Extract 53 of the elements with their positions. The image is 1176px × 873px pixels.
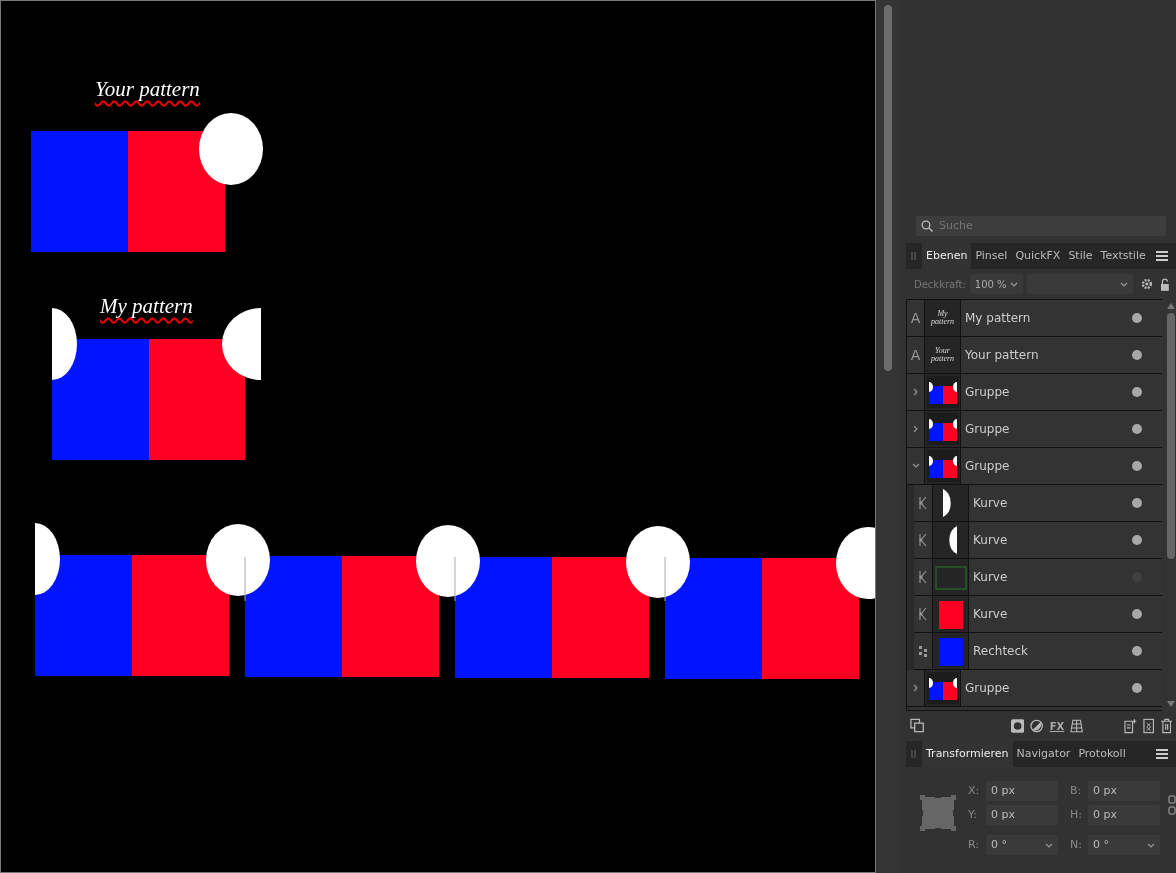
number-field[interactable]: 0 ° — [1088, 835, 1160, 855]
opacity-label: Deckkraft: — [914, 277, 966, 292]
layer-row[interactable]: Kurve — [914, 596, 1163, 633]
panel-tab[interactable]: Textstile — [1096, 243, 1150, 269]
number-field[interactable]: 0 ° — [986, 835, 1058, 855]
field-label: N: — [1070, 836, 1083, 853]
number-field[interactable]: 0 px — [1088, 781, 1160, 801]
layer-name: Gruppe — [965, 680, 1010, 697]
field-label: B: — [1070, 782, 1083, 799]
layer-row[interactable]: A My pattern My pattern — [907, 300, 1163, 337]
layer-row[interactable]: Gruppe — [907, 670, 1163, 707]
text-layer-icon: A — [910, 307, 921, 329]
field-label: H: — [1070, 806, 1083, 823]
number-field[interactable]: 0 px — [986, 805, 1058, 825]
layer-name: Kurve — [973, 606, 1008, 623]
search-field[interactable]: Suche — [937, 216, 1137, 236]
field-label: Y: — [968, 806, 978, 823]
panel-tab[interactable]: Pinsel — [971, 243, 1012, 269]
panel-tab[interactable]: QuickFX — [1011, 243, 1065, 269]
layer-row[interactable]: Gruppe — [907, 448, 1163, 485]
layer-name: My pattern — [965, 310, 1031, 327]
panel-tab[interactable]: Ebenen — [922, 243, 972, 269]
canvas-text: My pattern — [100, 294, 193, 318]
field-label: X: — [968, 782, 981, 799]
layer-name: Kurve — [973, 569, 1008, 586]
layer-row[interactable]: Kurve — [914, 559, 1163, 596]
effects-button[interactable]: FX — [1049, 718, 1065, 734]
layer-name: Gruppe — [965, 384, 1010, 401]
layer-name: Kurve — [973, 495, 1008, 512]
text-layer-icon: A — [910, 344, 921, 366]
layer-thumbnail: Your pattern — [925, 337, 961, 373]
layer-thumbnail: My pattern — [925, 300, 961, 336]
layer-name: Your pattern — [965, 347, 1039, 364]
layer-row[interactable]: Gruppe — [907, 411, 1163, 448]
panel-tab[interactable]: Stile — [1064, 243, 1097, 269]
field-label: R: — [968, 836, 980, 853]
panel-tab[interactable]: Protokoll — [1074, 741, 1130, 767]
layer-row[interactable]: A Your pattern Your pattern — [907, 337, 1163, 374]
layer-name: Rechteck — [973, 643, 1029, 660]
search-box[interactable]: Suche — [916, 216, 1166, 236]
panel-tab[interactable]: Navigator — [1012, 741, 1075, 767]
panel-tab[interactable]: Transformieren — [922, 741, 1013, 767]
layer-row[interactable]: Rechteck — [914, 633, 1163, 670]
opacity-dropdown[interactable]: 100 % — [969, 274, 1023, 294]
layer-row[interactable]: Kurve — [914, 522, 1163, 559]
layer-row[interactable]: Kurve — [914, 485, 1163, 522]
number-field[interactable]: 0 px — [986, 781, 1058, 801]
layer-row[interactable]: Gruppe — [907, 374, 1163, 411]
layer-name: Kurve — [973, 532, 1008, 549]
layer-name: Gruppe — [965, 458, 1010, 475]
canvas-text: Your pattern — [95, 77, 200, 101]
layer-name: Gruppe — [965, 421, 1010, 438]
number-field[interactable]: 0 px — [1088, 805, 1160, 825]
